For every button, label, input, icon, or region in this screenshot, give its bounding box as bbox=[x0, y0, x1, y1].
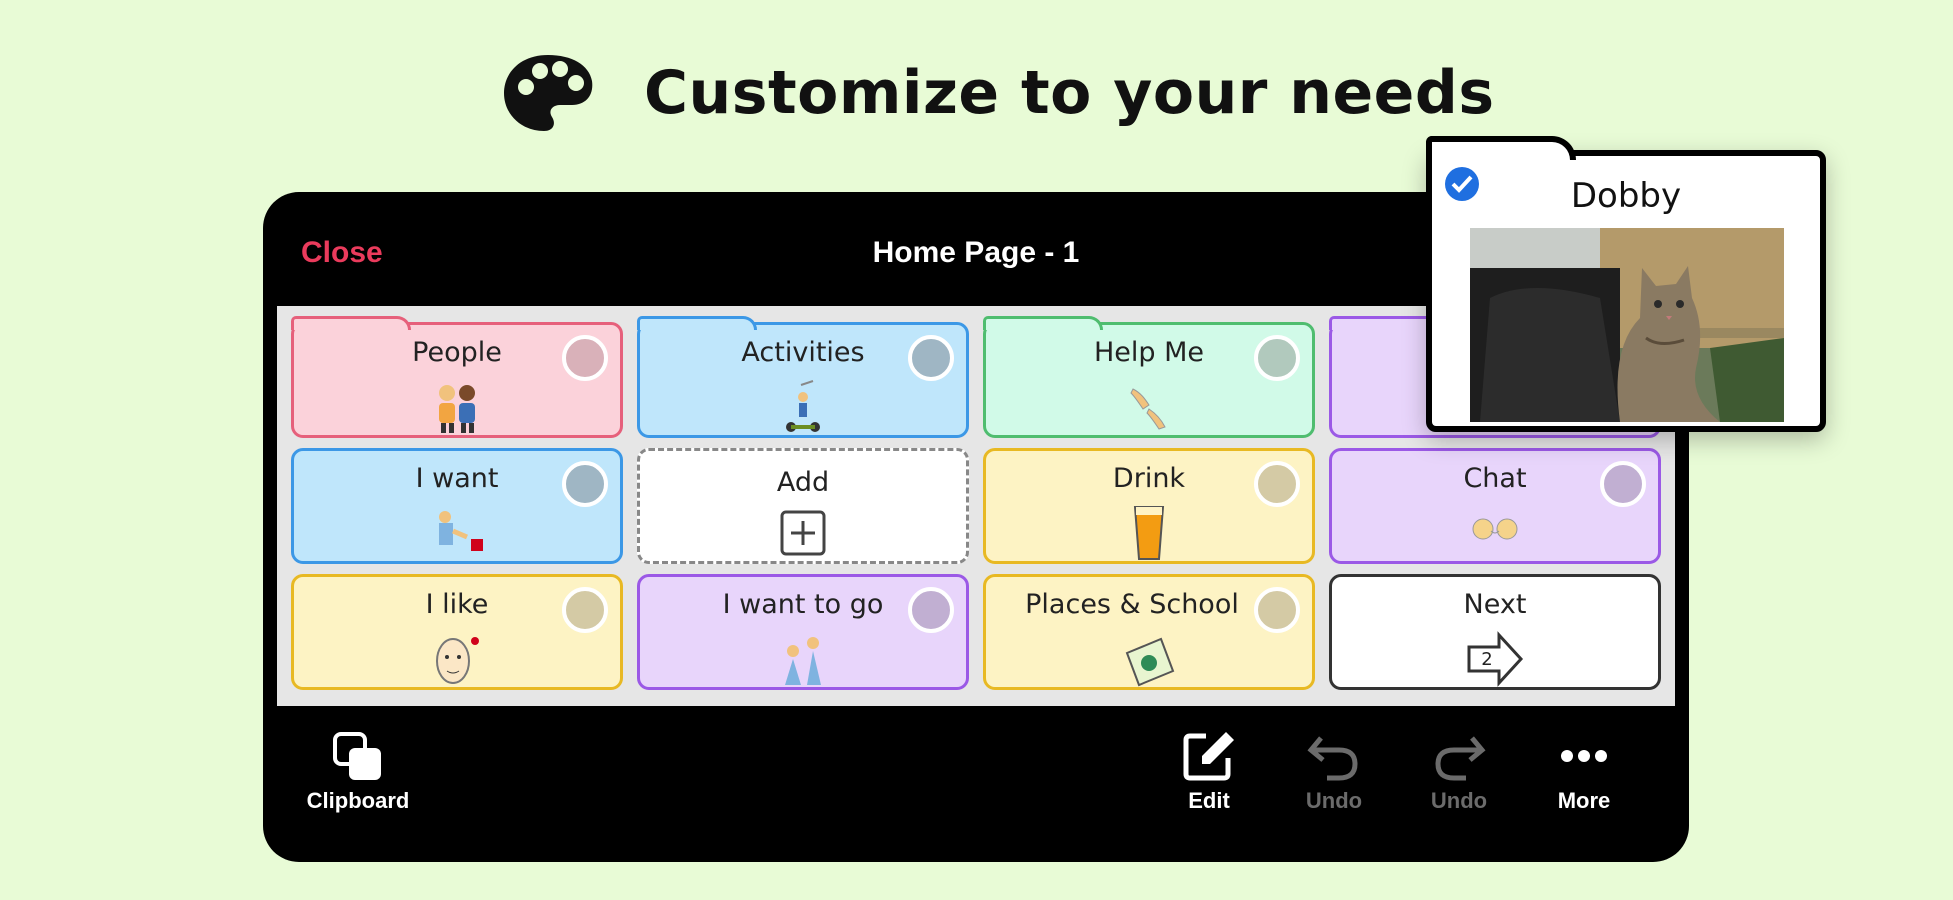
help-hands-icon bbox=[1130, 388, 1166, 430]
more-button[interactable]: More bbox=[1529, 730, 1639, 814]
select-circle[interactable] bbox=[1254, 335, 1300, 381]
tile-label: Add bbox=[776, 467, 830, 498]
folder-tab bbox=[983, 316, 1103, 330]
select-circle[interactable] bbox=[562, 587, 608, 633]
tile-i-like[interactable]: I like bbox=[291, 574, 623, 690]
undo-label: Undo bbox=[1305, 788, 1363, 813]
tile-activities[interactable]: Activities bbox=[637, 316, 969, 438]
headline: Customize to your needs bbox=[500, 48, 1495, 138]
select-circle[interactable] bbox=[562, 461, 608, 507]
map-icon bbox=[1125, 637, 1175, 687]
clipboard-label: Clipboard bbox=[306, 788, 410, 813]
folder-tab bbox=[291, 316, 411, 330]
plus-icon bbox=[780, 510, 826, 556]
glass-icon bbox=[1133, 506, 1165, 560]
select-circle[interactable] bbox=[1254, 461, 1300, 507]
select-circle[interactable] bbox=[908, 335, 954, 381]
tile-i-want[interactable]: I want bbox=[291, 448, 623, 564]
card-name: Dobby bbox=[1570, 176, 1682, 216]
edit-icon bbox=[1183, 732, 1234, 781]
tile-add[interactable]: Add bbox=[637, 448, 969, 564]
palette-icon bbox=[504, 55, 593, 131]
undo-icon bbox=[1307, 736, 1358, 781]
next-page-number: 2 bbox=[1481, 649, 1492, 670]
redo-icon bbox=[1435, 736, 1486, 781]
tile-chat[interactable]: Chat bbox=[1329, 448, 1661, 564]
people-icon bbox=[439, 385, 475, 433]
tile-people[interactable]: People bbox=[291, 316, 623, 438]
go-icon bbox=[785, 637, 821, 685]
tile-help-me[interactable]: Help Me bbox=[983, 316, 1315, 438]
headline-text: Customize to your needs bbox=[644, 58, 1495, 128]
more-label: More bbox=[1557, 788, 1611, 813]
tile-label: Next bbox=[1463, 589, 1527, 620]
select-circle[interactable] bbox=[1254, 587, 1300, 633]
redo-label: Undo bbox=[1430, 788, 1488, 813]
more-icon bbox=[1561, 750, 1607, 762]
arrow-right-icon: 2 bbox=[1467, 631, 1524, 687]
tile-next[interactable]: Next 2 bbox=[1329, 574, 1661, 690]
select-circle[interactable] bbox=[1600, 461, 1646, 507]
select-circle[interactable] bbox=[908, 587, 954, 633]
undo-button[interactable]: Undo bbox=[1279, 730, 1389, 814]
folder-tab bbox=[1426, 136, 1576, 160]
face-icon bbox=[436, 637, 479, 684]
tile-i-want-to-go[interactable]: I want to go bbox=[637, 574, 969, 690]
cat-photo bbox=[1470, 228, 1784, 422]
i-want-icon bbox=[439, 511, 483, 551]
activities-icon bbox=[786, 380, 820, 432]
tile-drink[interactable]: Drink bbox=[983, 448, 1315, 564]
clipboard-button[interactable]: Clipboard bbox=[303, 730, 413, 814]
edit-button[interactable]: Edit bbox=[1154, 730, 1264, 814]
clipboard-icon bbox=[333, 732, 381, 780]
select-circle[interactable] bbox=[562, 335, 608, 381]
tile-places-school[interactable]: Places & School bbox=[983, 574, 1315, 690]
redo-button[interactable]: Undo bbox=[1404, 730, 1514, 814]
dobby-card[interactable]: Dobby bbox=[1426, 136, 1826, 432]
chat-icon bbox=[1472, 518, 1518, 540]
edit-label: Edit bbox=[1188, 788, 1230, 813]
folder-tab bbox=[637, 316, 757, 330]
